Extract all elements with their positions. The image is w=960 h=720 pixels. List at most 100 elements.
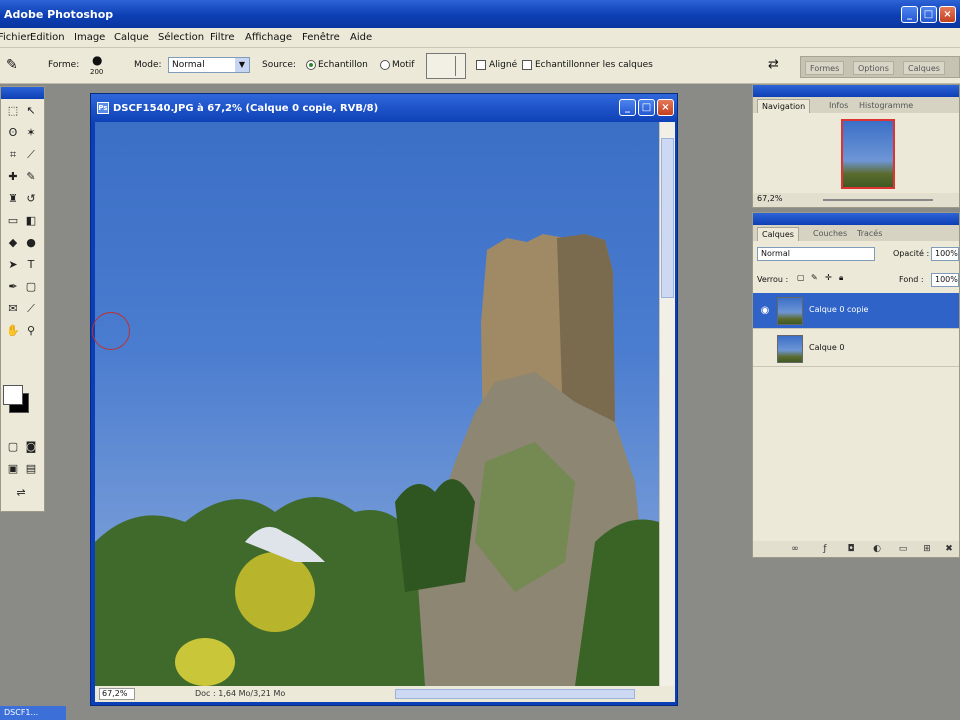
source-pattern-radio[interactable]: [380, 60, 390, 70]
eye-hidden-icon[interactable]: [757, 341, 773, 357]
standard-mode-icon[interactable]: ▢: [5, 439, 21, 455]
app-title-bar: Adobe Photoshop _ □ ×: [0, 0, 960, 28]
well-tab-options[interactable]: Options: [853, 61, 894, 75]
slice-tool-icon[interactable]: ⟋: [23, 147, 39, 163]
adjustment-layer-icon[interactable]: ◐: [871, 543, 883, 555]
well-tab-formes[interactable]: Formes: [805, 61, 845, 75]
menu-filtre[interactable]: Filtre: [210, 32, 235, 43]
maximize-button[interactable]: □: [920, 6, 937, 23]
blur-tool-icon[interactable]: ◆: [5, 235, 21, 251]
image-canvas[interactable]: [95, 122, 659, 686]
layers-palette: Calques Couches Tracés Normal Opacité : …: [752, 212, 960, 558]
source-sample-radio[interactable]: [306, 60, 316, 70]
tab-infos[interactable]: Infos: [825, 99, 852, 113]
screen-mode-icon[interactable]: ▣: [5, 461, 21, 477]
document-size-info[interactable]: Doc : 1,64 Mo/3,21 Mo: [195, 689, 285, 698]
eyedropper-icon[interactable]: ⟋: [23, 301, 39, 317]
history-brush-icon[interactable]: ↺: [23, 191, 39, 207]
mode-select[interactable]: Normal ▼: [168, 57, 250, 73]
dodge-tool-icon[interactable]: ●: [23, 235, 39, 251]
horizontal-scroll-thumb[interactable]: [395, 689, 635, 699]
well-tab-calques[interactable]: Calques: [903, 61, 945, 75]
navigator-zoom-slider[interactable]: [823, 199, 933, 201]
navigator-titlebar[interactable]: [753, 85, 959, 97]
healing-brush-icon[interactable]: ✚: [5, 169, 21, 185]
taskbar-document-button[interactable]: DSCF1...: [0, 706, 66, 720]
lock-transparency-icon[interactable]: ▢: [797, 273, 805, 282]
sample-all-layers-checkbox[interactable]: [522, 60, 532, 70]
menu-affichage[interactable]: Affichage: [245, 32, 292, 43]
doc-close-button[interactable]: ×: [657, 99, 674, 116]
foreground-color-swatch[interactable]: [3, 385, 23, 405]
new-group-icon[interactable]: ▭: [897, 543, 909, 555]
document-status-bar: 67,2% Doc : 1,64 Mo/3,21 Mo: [95, 686, 675, 702]
tab-calques[interactable]: Calques: [757, 227, 799, 241]
pen-tool-icon[interactable]: ✒: [5, 279, 21, 295]
clone-stamp-tool-icon[interactable]: ♜: [5, 191, 21, 207]
close-button[interactable]: ×: [939, 6, 956, 23]
aligned-checkbox[interactable]: [476, 60, 486, 70]
shape-tool-icon[interactable]: ▢: [23, 279, 39, 295]
lock-position-icon[interactable]: ✛: [825, 273, 832, 282]
layer-calque-0[interactable]: Calque 0: [753, 331, 959, 367]
move-tool-icon[interactable]: ↖: [23, 103, 39, 119]
opacity-field[interactable]: 100%: [931, 247, 959, 261]
trash-icon[interactable]: ✖: [943, 543, 955, 555]
zoom-tool-icon[interactable]: ⚲: [23, 323, 39, 339]
tab-traces[interactable]: Tracés: [853, 227, 886, 241]
fill-field[interactable]: 100%: [931, 273, 959, 287]
minimize-button[interactable]: _: [901, 6, 918, 23]
navigator-thumbnail[interactable]: [841, 119, 895, 189]
layer-calque-0-copie[interactable]: ◉ Calque 0 copie: [753, 293, 959, 329]
menu-edition[interactable]: Edition: [30, 32, 65, 43]
type-tool-icon[interactable]: T: [23, 257, 39, 273]
hand-tool-icon[interactable]: ✋: [5, 323, 21, 339]
magic-wand-icon[interactable]: ✶: [23, 125, 39, 141]
tab-navigation[interactable]: Navigation: [757, 99, 811, 113]
document-zoom-field[interactable]: 67,2%: [99, 688, 135, 700]
quick-mask-icon[interactable]: ◙: [23, 439, 39, 455]
brush-cursor: [92, 312, 130, 350]
clone-stamp-icon[interactable]: ✎: [6, 57, 18, 73]
navigator-zoom[interactable]: 67,2%: [757, 194, 782, 203]
menu-fichier[interactable]: Fichier: [0, 32, 31, 43]
palette-toggle-icon[interactable]: ⇄: [768, 57, 779, 72]
jump-to-imageready-icon[interactable]: ⇌: [13, 485, 29, 501]
brush-tool-icon[interactable]: ✎: [23, 169, 39, 185]
eraser-tool-icon[interactable]: ▭: [5, 213, 21, 229]
fullscreen-mode-icon[interactable]: ▤: [23, 461, 39, 477]
doc-maximize-button[interactable]: □: [638, 99, 655, 116]
link-layers-icon[interactable]: ∞: [789, 543, 801, 555]
notes-tool-icon[interactable]: ✉: [5, 301, 21, 317]
lock-all-icon[interactable]: 🔒︎: [839, 273, 843, 283]
menu-selection[interactable]: Sélection: [158, 32, 204, 43]
menu-aide[interactable]: Aide: [350, 32, 372, 43]
marquee-tool-icon[interactable]: ⬚: [5, 103, 21, 119]
lasso-tool-icon[interactable]: ʘ: [5, 125, 21, 141]
menu-fenetre[interactable]: Fenêtre: [302, 32, 340, 43]
layer-style-icon[interactable]: ƒ: [819, 543, 831, 555]
document-titlebar[interactable]: Ps DSCF1540.JPG à 67,2% (Calque 0 copie,…: [91, 94, 677, 122]
gradient-tool-icon[interactable]: ◧: [23, 213, 39, 229]
menu-calque[interactable]: Calque: [114, 32, 149, 43]
crop-tool-icon[interactable]: ⌗: [5, 147, 21, 163]
app-title: Adobe Photoshop: [4, 8, 114, 21]
layer-mask-icon[interactable]: ◘: [845, 543, 857, 555]
lock-pixels-icon[interactable]: ✎: [811, 273, 818, 282]
layer-name: Calque 0 copie: [809, 305, 869, 314]
brush-preview-icon[interactable]: ●: [92, 53, 102, 67]
eye-icon[interactable]: ◉: [757, 303, 773, 319]
pattern-picker[interactable]: [426, 53, 466, 79]
blend-mode-select[interactable]: Normal: [757, 247, 875, 261]
vertical-scroll-thumb[interactable]: [661, 138, 674, 298]
new-layer-icon[interactable]: ⊞: [921, 543, 933, 555]
tab-couches[interactable]: Couches: [809, 227, 851, 241]
layers-titlebar[interactable]: [753, 213, 959, 225]
path-selection-icon[interactable]: ➤: [5, 257, 21, 273]
menu-image[interactable]: Image: [74, 32, 105, 43]
tab-histogramme[interactable]: Histogramme: [855, 99, 917, 113]
vertical-scrollbar[interactable]: [659, 122, 675, 686]
toolbox-titlebar[interactable]: [1, 87, 44, 99]
blend-row: Normal Opacité : 100%: [753, 245, 959, 263]
doc-minimize-button[interactable]: _: [619, 99, 636, 116]
